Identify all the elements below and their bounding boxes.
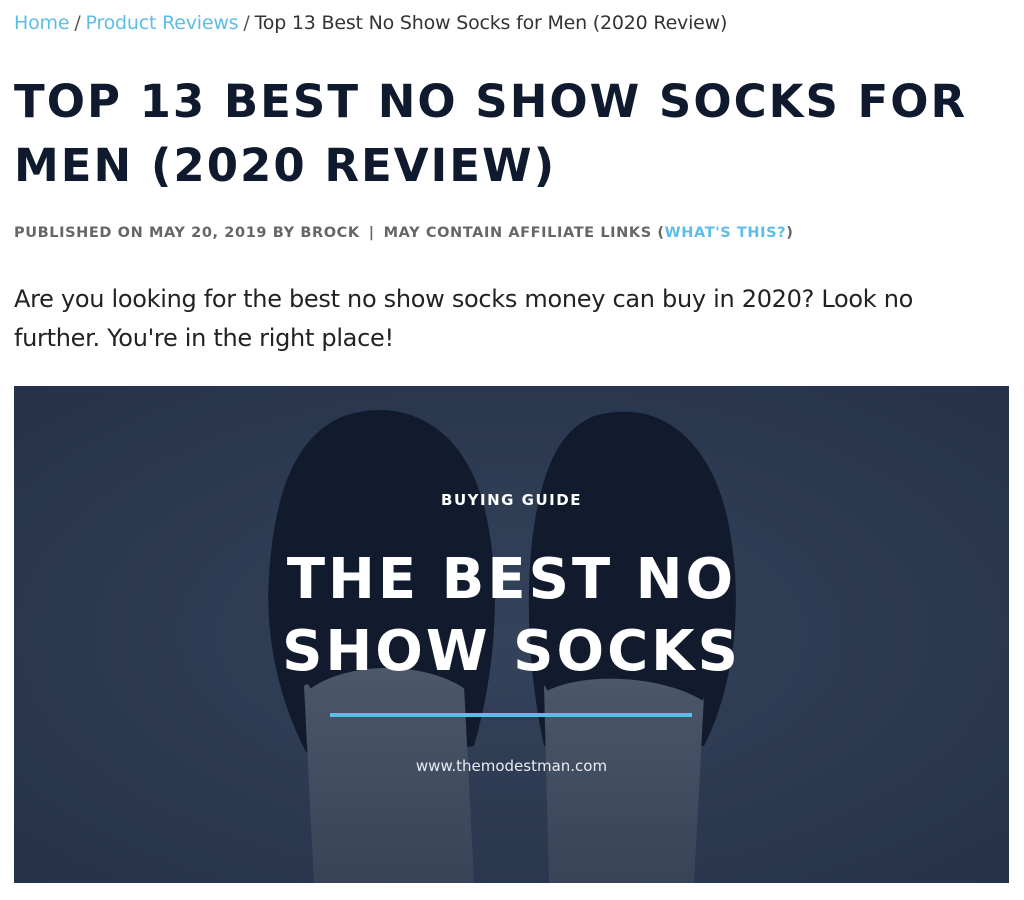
article-page: Home / Product Reviews / Top 13 Best No Show… (0, 0, 1024, 900)
intro-paragraph: Are you looking for the best no show soc… (14, 285, 914, 352)
published-info: PUBLISHED ON MAY 20, 2019 BY BROCK (14, 225, 360, 241)
breadcrumb-home-link[interactable]: Home (14, 12, 70, 34)
hero-kicker: BUYING GUIDE (441, 491, 582, 509)
hero-title: THE BEST NO SHOW SOCKS (14, 544, 1009, 688)
hero-accent-rule (330, 713, 692, 717)
affiliate-close: ) (786, 225, 794, 241)
meta-divider: | (368, 225, 375, 241)
breadcrumb-category-link[interactable]: Product Reviews (86, 12, 239, 34)
breadcrumb-current: Top 13 Best No Show Socks for Men (2020 … (254, 12, 728, 34)
page-title: TOP 13 BEST NO SHOW SOCKS FOR MEN (2020 … (14, 75, 968, 192)
hero-title-line-1: THE BEST NO (286, 547, 737, 612)
breadcrumb-separator: / (243, 12, 250, 34)
affiliate-notice: MAY CONTAIN AFFILIATE LINKS ( (383, 225, 665, 241)
article-meta: PUBLISHED ON MAY 20, 2019 BY BROCK | MAY C… (14, 225, 793, 241)
whats-this-link[interactable]: WHAT'S THIS? (665, 225, 787, 241)
hero-site-url: www.themodestman.com (415, 757, 608, 775)
hero-image: BUYING GUIDE THE BEST NO SHOW SOCKS www.… (14, 386, 1009, 883)
hero-title-line-2: SHOW SOCKS (282, 619, 741, 684)
breadcrumb: Home / Product Reviews / Top 13 Best No Show… (14, 12, 727, 34)
breadcrumb-separator: / (74, 12, 81, 34)
